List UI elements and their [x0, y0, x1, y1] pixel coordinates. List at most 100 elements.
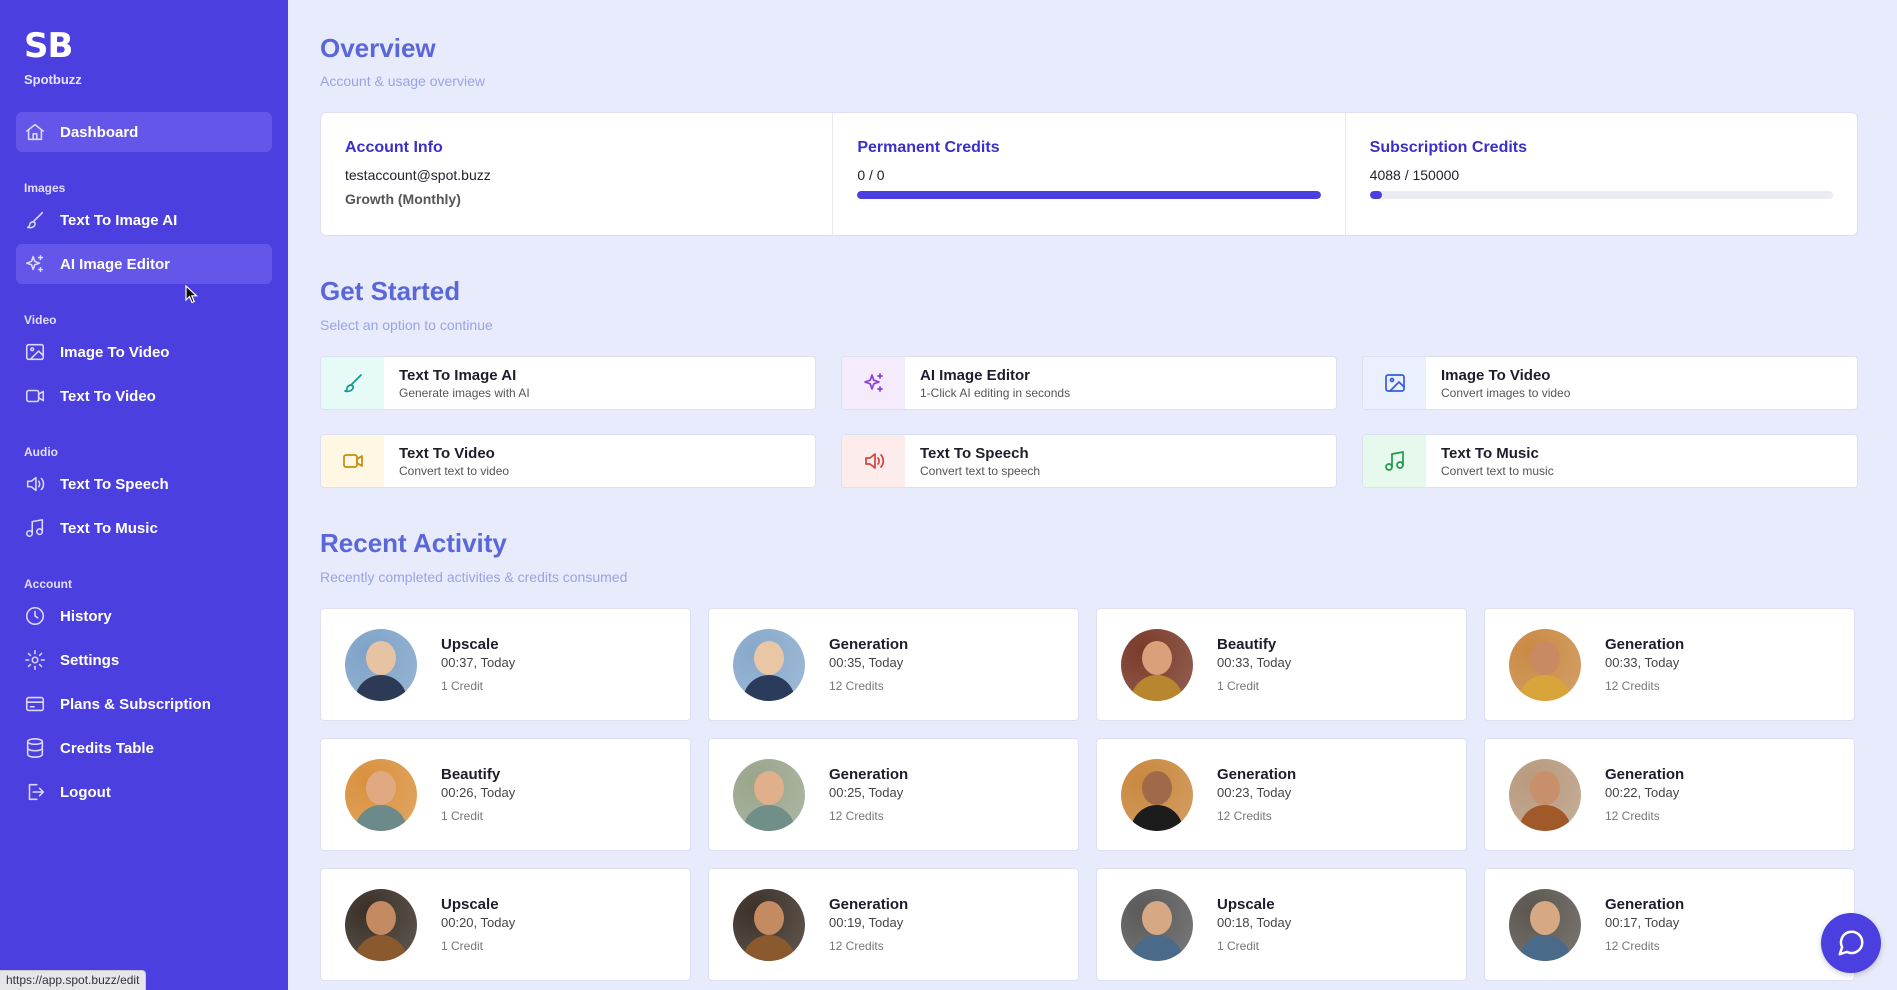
account-info-panel: Account Info testaccount@spot.buzz Growt…: [321, 113, 834, 235]
activity-credits: 12 Credits: [1605, 939, 1660, 953]
thumbnail-figure-head: [366, 770, 396, 805]
status-bar-url: https://app.spot.buzz/edit: [0, 970, 147, 990]
chat-icon: [1838, 930, 1864, 956]
activity-card[interactable]: Beautify 00:33, Today 1 Credit: [1096, 608, 1467, 721]
home-icon: [24, 121, 46, 143]
activity-credits: 12 Credits: [1605, 809, 1660, 823]
activity-name: Beautify: [441, 766, 501, 783]
sidebar-item-label: Image To Video: [60, 343, 170, 361]
activity-card[interactable]: Upscale 00:20, Today 1 Credit: [320, 868, 691, 981]
page-title: Overview: [320, 33, 436, 63]
sidebar-nav: Dashboard Images Text To Image AI AI Ima…: [16, 112, 272, 816]
subscription-credits-title: Subscription Credits: [1369, 139, 1528, 156]
activity-details: Generation 00:22, Today 12 Credits: [1605, 766, 1684, 823]
activity-credits: 1 Credit: [441, 679, 484, 693]
music-icon: [1384, 451, 1404, 471]
option-icon-box: [842, 357, 905, 409]
activity-card[interactable]: Beautify 00:26, Today 1 Credit: [320, 738, 691, 851]
thumbnail-figure-body: [1131, 934, 1183, 961]
sidebar-item-image-to-video[interactable]: Image To Video: [16, 332, 272, 372]
activity-thumbnail: [345, 888, 417, 961]
get-started-title: Get Started: [320, 276, 461, 306]
get-started-option-ai-image-editor[interactable]: AI Image Editor 1-Click AI editing in sec…: [841, 356, 1337, 410]
activity-card[interactable]: Generation 00:33, Today 12 Credits: [1484, 608, 1855, 721]
activity-details: Beautify 00:33, Today 1 Credit: [1217, 636, 1291, 693]
permanent-credits-value: 0 / 0: [857, 167, 885, 183]
thumbnail-figure-body: [1519, 934, 1571, 961]
thumbnail-figure-body: [355, 934, 407, 961]
activity-thumbnail: [1121, 888, 1193, 961]
thumbnail-figure-body: [355, 674, 407, 701]
thumbnail-figure-body: [1131, 804, 1183, 831]
music-icon: [24, 517, 46, 539]
activity-credits: 1 Credit: [1217, 939, 1260, 953]
option-text: Text To Video Convert text to video: [384, 445, 509, 478]
activity-time: 00:20, Today: [441, 915, 516, 930]
activity-card[interactable]: Generation 00:35, Today 12 Credits: [708, 608, 1079, 721]
thumbnail-figure-body: [355, 804, 407, 831]
activity-thumbnail: [345, 758, 417, 831]
sidebar-item-credits-table[interactable]: Credits Table: [16, 728, 272, 768]
option-icon-box: [1363, 357, 1426, 409]
activity-time: 00:35, Today: [829, 655, 904, 670]
activity-details: Generation 00:19, Today 12 Credits: [829, 896, 908, 953]
thumbnail-figure-head: [1530, 900, 1560, 935]
get-started-option-text-to-video[interactable]: Text To Video Convert text to video: [320, 434, 816, 488]
sidebar-item-label: History: [60, 607, 112, 625]
sidebar-item-logout[interactable]: Logout: [16, 772, 272, 812]
activity-card[interactable]: Upscale 00:37, Today 1 Credit: [320, 608, 691, 721]
thumbnail-figure-body: [743, 804, 795, 831]
activity-card[interactable]: Upscale 00:18, Today 1 Credit: [1096, 868, 1467, 981]
account-plan: Growth (Monthly): [345, 191, 461, 207]
activity-name: Beautify: [1217, 636, 1277, 653]
sidebar-item-label: Settings: [60, 651, 120, 669]
speaker-icon: [864, 453, 884, 469]
section-audio: Audio: [24, 445, 58, 459]
get-started-option-image-to-video[interactable]: Image To Video Convert images to video: [1362, 356, 1858, 410]
sidebar-item-label: Text To Video: [60, 387, 156, 405]
option-title: Text To Speech: [920, 444, 1029, 462]
activity-details: Generation 00:17, Today 12 Credits: [1605, 896, 1684, 953]
get-started-option-text-to-music[interactable]: Text To Music Convert text to music: [1362, 434, 1858, 488]
option-title: Text To Music: [1441, 444, 1539, 462]
activity-card[interactable]: Generation 00:17, Today 12 Credits: [1484, 868, 1855, 981]
sidebar-item-text-to-speech[interactable]: Text To Speech: [16, 464, 272, 504]
activity-card[interactable]: Generation 00:25, Today 12 Credits: [708, 738, 1079, 851]
get-started-option-text-to-speech[interactable]: Text To Speech Convert text to speech: [841, 434, 1337, 488]
sidebar-item-text-to-music[interactable]: Text To Music: [16, 508, 272, 548]
sidebar-item-history[interactable]: History: [16, 596, 272, 636]
option-icon-box: [1363, 435, 1426, 487]
subscription-credits-value: 4088 / 150000: [1369, 167, 1460, 183]
activity-credits: 1 Credit: [1217, 679, 1260, 693]
video-icon: [342, 454, 363, 468]
thumbnail-figure-head: [754, 640, 784, 675]
get-started-option-text-to-image-ai[interactable]: Text To Image AI Generate images with AI: [320, 356, 816, 410]
activity-thumbnail: [1509, 758, 1581, 831]
speaker-icon: [24, 473, 46, 495]
activity-credits: 12 Credits: [1217, 809, 1272, 823]
sidebar-item-settings[interactable]: Settings: [16, 640, 272, 680]
activity-name: Upscale: [1217, 896, 1275, 913]
activity-time: 00:33, Today: [1605, 655, 1680, 670]
activity-card[interactable]: Generation 00:22, Today 12 Credits: [1484, 738, 1855, 851]
sidebar-item-ai-image-editor[interactable]: AI Image Editor: [16, 244, 272, 284]
sidebar-item-text-to-video[interactable]: Text To Video: [16, 376, 272, 416]
permanent-credits-bar: [857, 191, 1321, 199]
sidebar-item-dashboard[interactable]: Dashboard: [16, 112, 272, 152]
activity-name: Generation: [1605, 636, 1685, 653]
activity-time: 00:19, Today: [829, 915, 904, 930]
thumbnail-figure-head: [1142, 900, 1172, 935]
option-text: AI Image Editor 1-Click AI editing in sec…: [905, 367, 1070, 400]
option-description: Generate images with AI: [399, 385, 530, 400]
activity-thumbnail: [1509, 628, 1581, 701]
sidebar-item-text-to-image[interactable]: Text To Image AI: [16, 200, 272, 240]
sidebar: SB Spotbuzz Dashboard Images Text To Ima…: [0, 0, 288, 990]
activity-card[interactable]: Generation 00:19, Today 12 Credits: [708, 868, 1079, 981]
recent-activity-subtitle: Recently completed activities & credits …: [320, 569, 628, 585]
chat-button[interactable]: [1821, 913, 1881, 973]
sidebar-item-plans[interactable]: Plans & Subscription: [16, 684, 272, 724]
activity-details: Generation 00:35, Today 12 Credits: [829, 636, 908, 693]
activity-card[interactable]: Generation 00:23, Today 12 Credits: [1096, 738, 1467, 851]
activity-thumbnail: [345, 628, 417, 701]
activity-thumbnail: [733, 758, 805, 831]
